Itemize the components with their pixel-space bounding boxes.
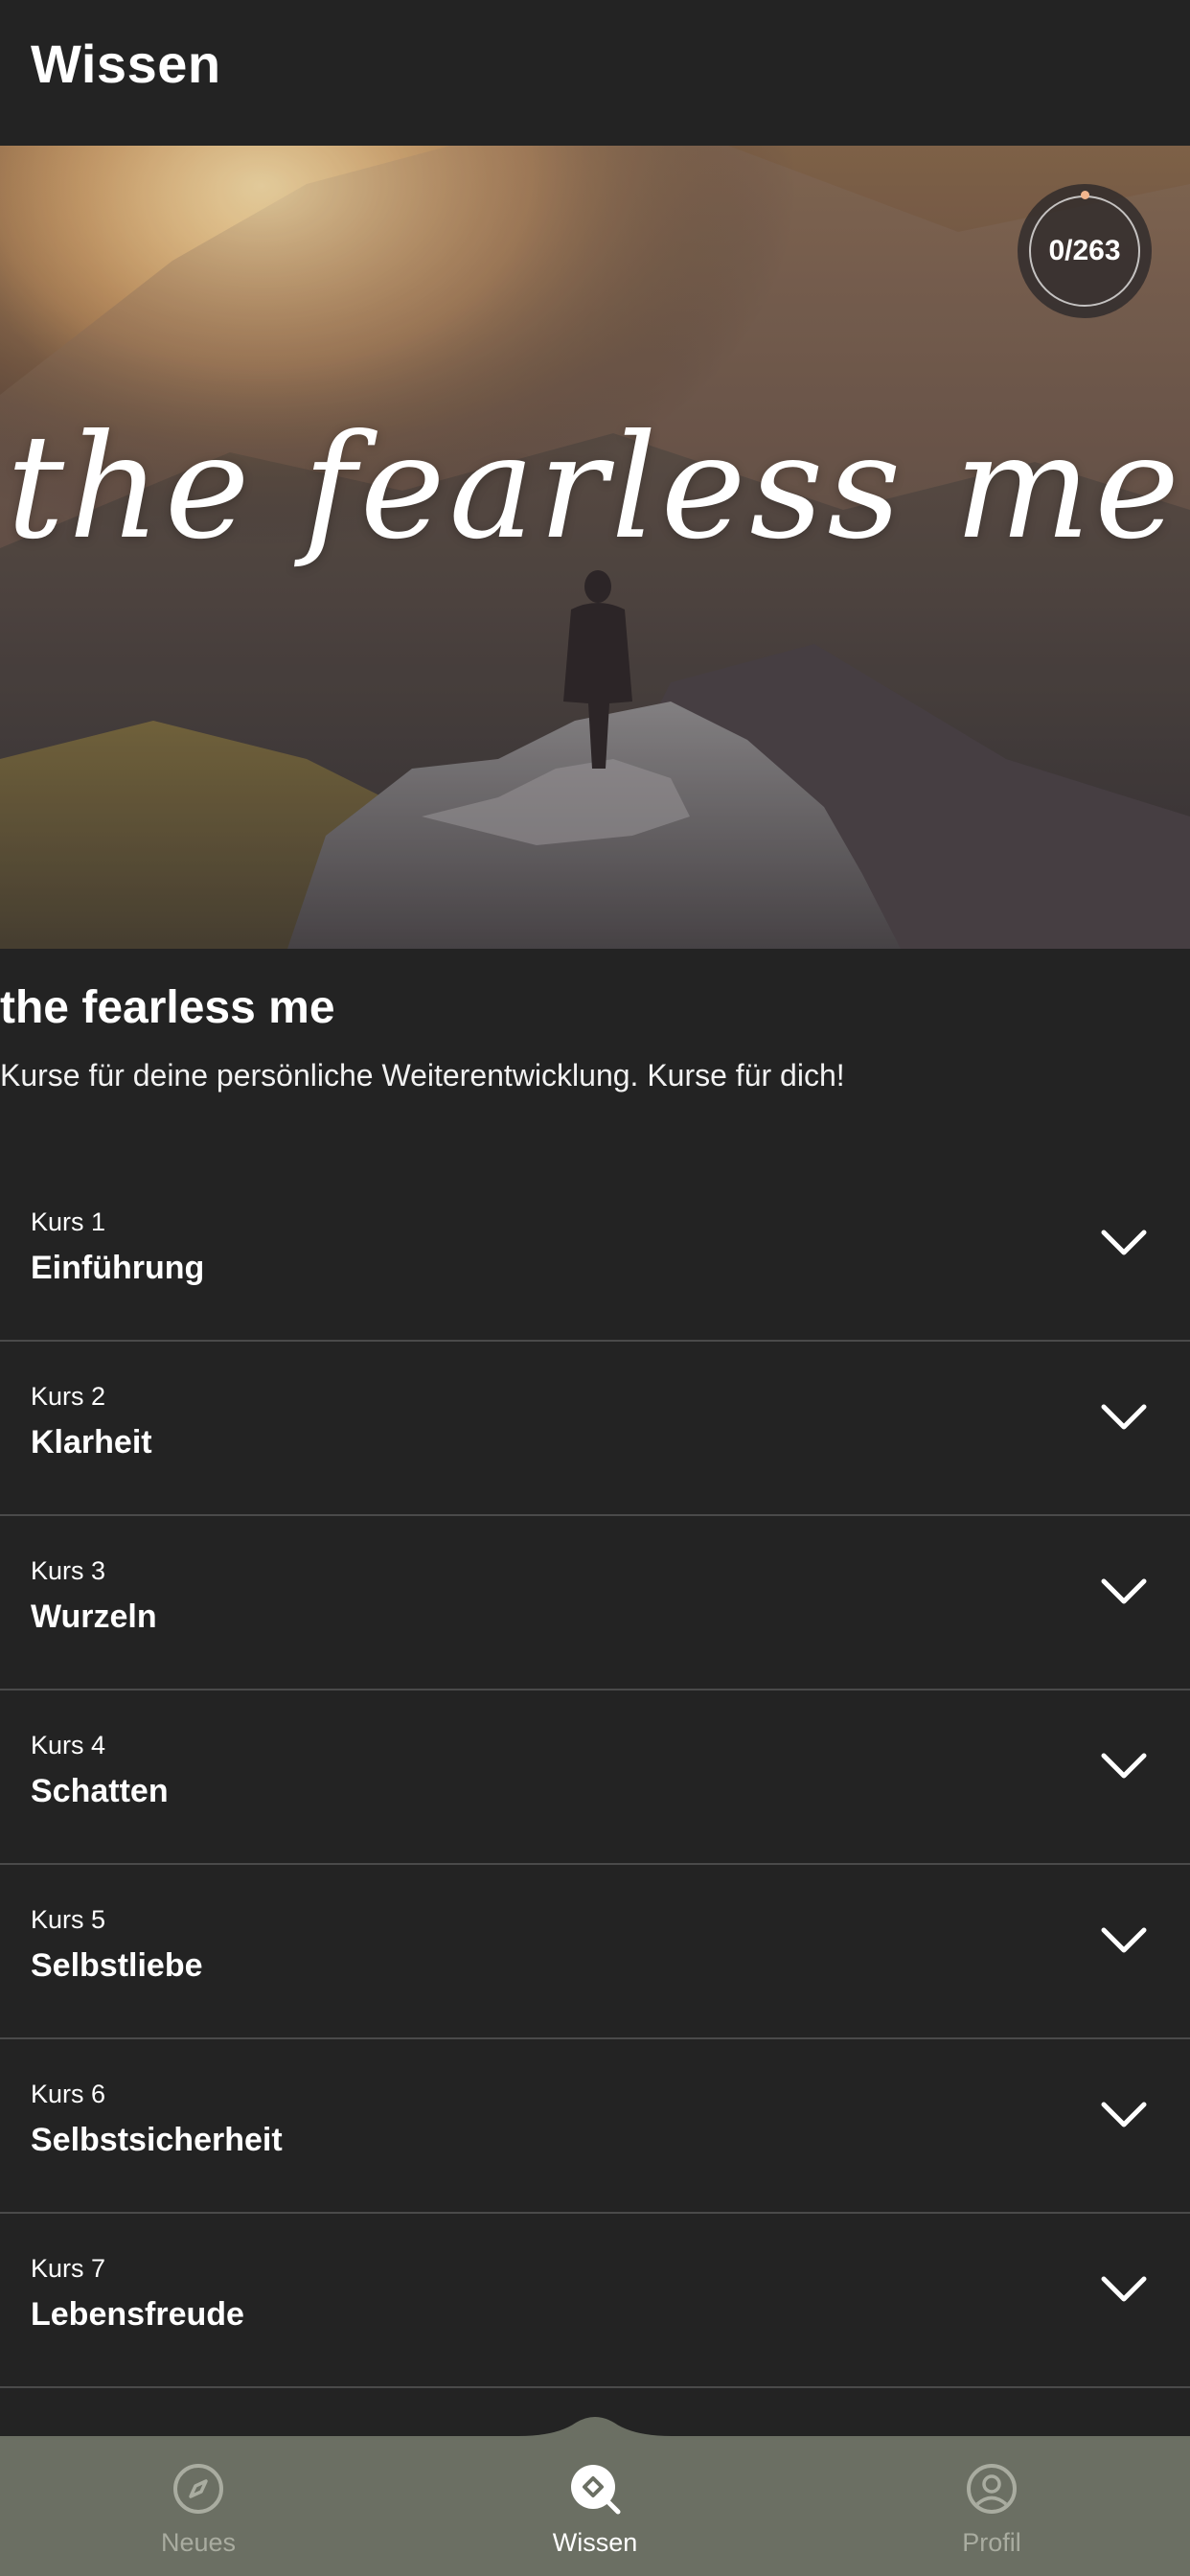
kurs-item-6[interactable]: Kurs 6 Selbstsicherheit (0, 2039, 1190, 2214)
kurs-name: Wurzeln (31, 1598, 157, 1635)
nav-item-wissen[interactable]: Wissen (499, 2463, 691, 2568)
nav-label: Profil (962, 2528, 1021, 2557)
nav-label: Neues (160, 2528, 237, 2557)
kurs-item-3[interactable]: Kurs 3 Wurzeln (0, 1516, 1190, 1690)
knowledge-search-icon (571, 2465, 621, 2515)
app-screen: Wissen the fearless me 0/263 the fearles… (0, 0, 1190, 2576)
kurs-number: Kurs 2 (31, 1382, 106, 1411)
kurs-item-5[interactable]: Kurs 5 Selbstliebe (0, 1865, 1190, 2039)
chevron-down-icon[interactable] (1100, 1227, 1148, 1259)
kurs-number: Kurs 7 (31, 2254, 106, 2283)
nav-item-neues[interactable]: Neues (103, 2463, 294, 2568)
kurs-number: Kurs 4 (31, 1731, 106, 1760)
chevron-down-icon[interactable] (1100, 1401, 1148, 1434)
kurs-name: Selbstliebe (31, 1947, 203, 1984)
top-bar: Wissen (0, 0, 1190, 146)
kurs-item-2[interactable]: Kurs 2 Klarheit (0, 1342, 1190, 1516)
nav-item-profil[interactable]: Profil (896, 2463, 1087, 2568)
chevron-down-icon[interactable] (1100, 1750, 1148, 1782)
kurs-list: Kurs 1 Einführung Kurs 2 Klarheit Kurs 3… (0, 1167, 1190, 2388)
profile-icon (967, 2464, 1017, 2514)
kurs-name: Selbstsicherheit (31, 2122, 283, 2158)
kurs-name: Lebensfreude (31, 2296, 244, 2333)
kurs-item-1[interactable]: Kurs 1 Einführung (0, 1167, 1190, 1342)
kurs-number: Kurs 3 (31, 1556, 106, 1585)
kurs-number: Kurs 5 (31, 1905, 106, 1934)
page-title: Wissen (31, 34, 221, 94)
progress-badge: 0/263 (1018, 184, 1152, 318)
kurs-name: Schatten (31, 1773, 169, 1809)
compass-icon (173, 2464, 223, 2514)
kurs-number: Kurs 1 (31, 1208, 106, 1236)
progress-count: 0/263 (1048, 235, 1121, 266)
course-hero-image[interactable]: the fearless me (0, 146, 1190, 949)
kurs-item-4[interactable]: Kurs 4 Schatten (0, 1690, 1190, 1865)
kurs-name: Einführung (31, 1250, 205, 1286)
nav-label: Wissen (552, 2528, 638, 2557)
chevron-down-icon[interactable] (1100, 1924, 1148, 1957)
kurs-item-7[interactable]: Kurs 7 Lebensfreude (0, 2214, 1190, 2388)
chevron-down-icon[interactable] (1100, 1576, 1148, 1608)
hero-script-title: the fearless me (6, 404, 1184, 571)
kurs-name: Klarheit (31, 1424, 152, 1460)
chevron-down-icon[interactable] (1100, 2099, 1148, 2131)
chevron-down-icon[interactable] (1100, 2273, 1148, 2306)
course-title: the fearless me (0, 982, 335, 1033)
kurs-number: Kurs 6 (31, 2080, 106, 2108)
course-subtitle: Kurse für deine persönliche Weiterentwic… (0, 1058, 845, 1092)
